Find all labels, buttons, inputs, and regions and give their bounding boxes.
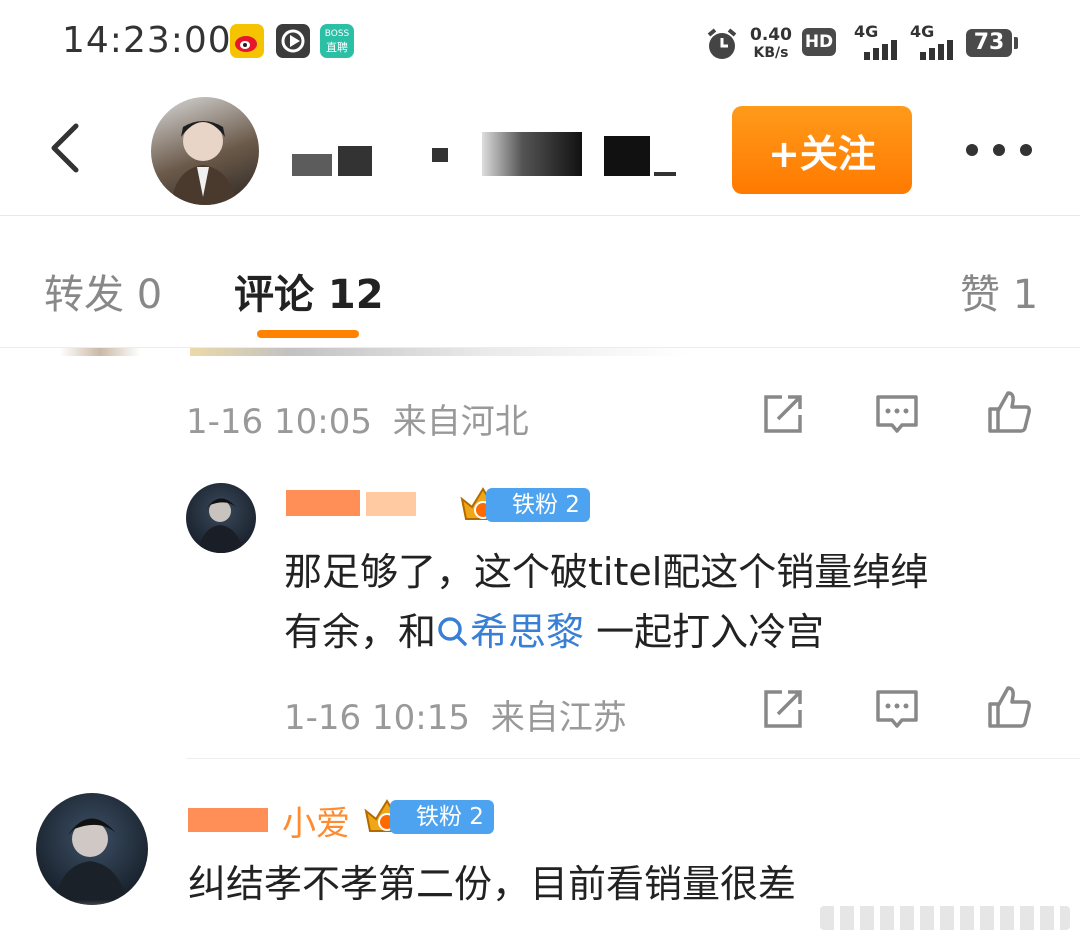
reply-meta: 1-16 10:15 来自江苏 (284, 690, 627, 739)
comment-time: 1-16 10:15 (284, 698, 470, 738)
commenter-username-redacted[interactable]: 小爱 (188, 796, 358, 844)
username-fragment: 小爱 (282, 804, 350, 844)
tab-likes[interactable]: 赞 1 (960, 262, 1038, 320)
alarm-icon (707, 28, 737, 59)
comment-1-meta: 1-16 10:05 来自河北 (186, 394, 529, 443)
video-icon (276, 24, 310, 58)
signal-2-label: 4G (910, 22, 935, 41)
redaction-block (366, 492, 416, 516)
follow-button[interactable]: +关注 (732, 106, 912, 194)
comment-location: 来自河北 (392, 402, 529, 442)
redaction-block (654, 172, 676, 176)
comment-time: 1-16 10:05 (186, 402, 372, 442)
reply-username-redacted[interactable] (286, 486, 446, 520)
active-tab-indicator (257, 330, 359, 338)
redaction-block (338, 146, 372, 176)
hd-icon: HD (802, 28, 836, 56)
battery-icon: 73 (966, 29, 1018, 57)
like-icon[interactable] (986, 389, 1032, 435)
redaction-block (482, 132, 582, 176)
header-divider (0, 215, 1080, 216)
iron-fan-badge[interactable]: 铁粉 2 (458, 487, 590, 522)
author-avatar[interactable] (151, 97, 259, 205)
boss-zhipin-icon: BOSS 直聘 (320, 24, 354, 58)
redaction-block (188, 808, 268, 832)
search-icon (438, 617, 467, 646)
reply-text: 那足够了，这个破titel配这个销量绰绰 有余，和 希思黎 一起打入冷宫 (284, 542, 928, 662)
reply-text-line-1: 那足够了，这个破titel配这个销量绰绰 (284, 550, 929, 594)
redaction-block (286, 490, 360, 516)
repost-icon[interactable] (760, 686, 806, 732)
scrolled-avatar-fragment (60, 348, 140, 356)
badge-label: 铁粉 2 (486, 488, 590, 522)
hd-label: HD (804, 32, 834, 52)
boss-label-top: BOSS (324, 29, 350, 39)
comment-divider (186, 758, 1080, 759)
badge-label: 铁粉 2 (390, 800, 494, 834)
commenter-avatar[interactable] (36, 793, 148, 905)
redaction-block (292, 154, 332, 176)
weibo-icon (230, 24, 264, 58)
net-speed-unit: KB/s (753, 45, 789, 61)
iron-fan-badge[interactable]: 铁粉 2 (362, 799, 494, 834)
topic-link-label: 希思黎 (470, 610, 585, 654)
status-time: 14:23:00 (62, 20, 232, 61)
more-options-icon[interactable] (964, 140, 1034, 160)
signal-1-label: 4G (854, 22, 879, 41)
net-speed: 0.40 KB/s (750, 26, 792, 62)
signal-2-icon: 4G (910, 22, 958, 62)
watermark (820, 906, 1070, 930)
comment-location: 来自江苏 (490, 698, 627, 738)
scrolled-text-fragment (190, 348, 690, 356)
reply-text-suffix: 一起打入冷宫 (584, 610, 825, 654)
back-arrow-icon[interactable] (40, 118, 100, 178)
comment-icon[interactable] (874, 391, 920, 437)
signal-1-icon: 4G (854, 22, 902, 62)
topic-link[interactable]: 希思黎 (436, 610, 584, 654)
comment-icon[interactable] (874, 686, 920, 732)
tab-reposts[interactable]: 转发 0 (44, 262, 162, 320)
net-speed-value: 0.40 (750, 25, 792, 45)
redaction-block (432, 148, 448, 162)
reply-text-line-2: 有余，和 希思黎 一起打入冷宫 (284, 602, 928, 662)
author-name-redacted[interactable] (286, 118, 686, 186)
boss-label-bottom: 直聘 (326, 41, 348, 54)
tab-comments[interactable]: 评论 12 (234, 262, 384, 320)
reply-avatar[interactable] (186, 483, 256, 553)
battery-level: 73 (973, 30, 1005, 55)
repost-icon[interactable] (760, 391, 806, 437)
redaction-block (604, 136, 650, 176)
like-icon[interactable] (986, 684, 1032, 730)
reply-text-prefix: 有余，和 (284, 610, 437, 654)
